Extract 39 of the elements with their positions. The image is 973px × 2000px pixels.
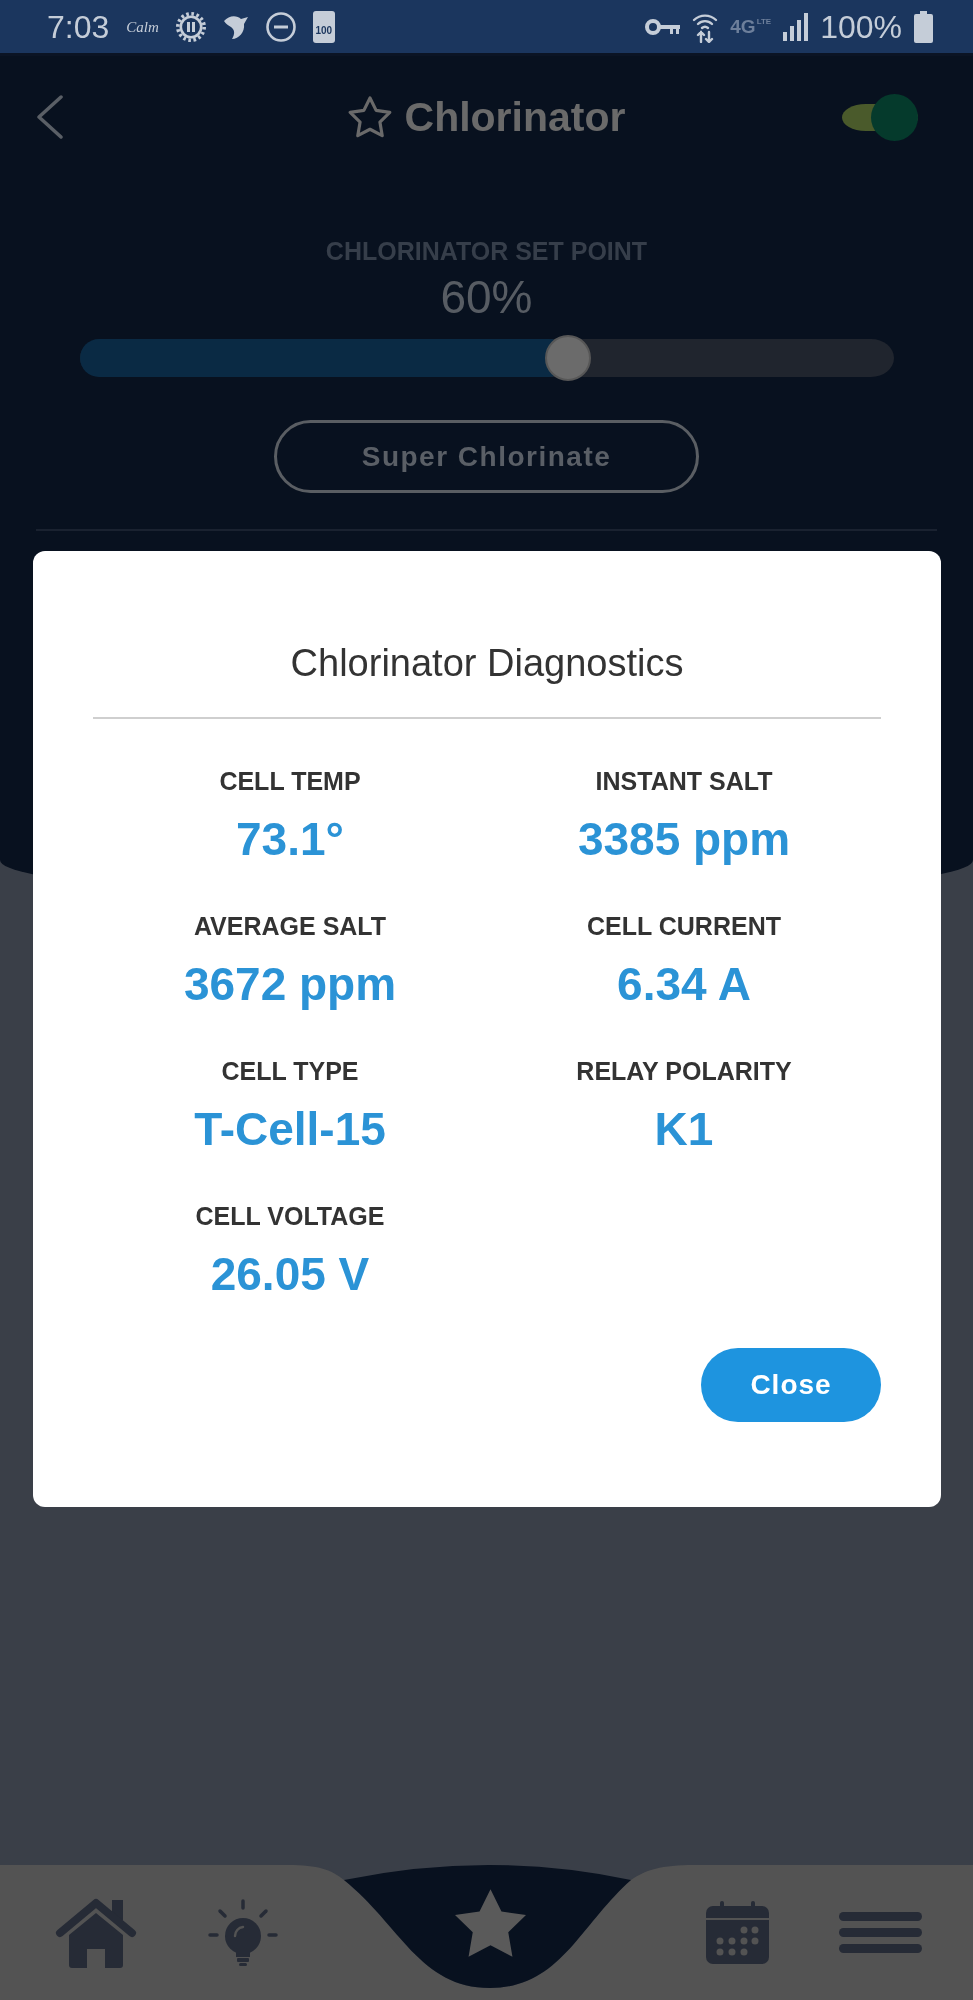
do-not-disturb-icon <box>265 11 296 42</box>
network-type: 4G <box>730 16 756 37</box>
super-chlorinate-button[interactable]: Super Chlorinate <box>274 420 699 493</box>
lightbulb-icon[interactable] <box>208 1898 278 1967</box>
back-icon[interactable] <box>36 95 64 139</box>
reading-value: T-Cell-15 <box>194 1103 386 1155</box>
star-outline-icon[interactable] <box>347 96 392 138</box>
status-time: 7:03 <box>47 8 110 45</box>
calm-logo: Calm <box>126 17 159 36</box>
bird-icon <box>222 13 249 40</box>
reading-label: CELL TEMP <box>219 766 361 797</box>
reading-label: CELL CURRENT <box>587 911 781 942</box>
reading-value: 73.1° <box>236 813 344 865</box>
screen-title: Chlorinator <box>404 93 626 141</box>
signal-icon <box>783 12 809 41</box>
key-icon <box>645 17 681 36</box>
battery-percent: 100% <box>820 8 902 45</box>
setpoint-reading: 60% <box>440 272 533 322</box>
network-subtype: LTE <box>756 16 772 26</box>
menu-icon[interactable] <box>839 1912 922 1953</box>
reading-label: CELL TYPE <box>221 1056 359 1087</box>
reading-label: AVERAGE SALT <box>193 911 387 942</box>
slider-thumb[interactable] <box>544 335 591 381</box>
gear-pause-icon <box>175 11 206 42</box>
dialog-title: Chlorinator Diagnostics <box>289 641 685 686</box>
reading-label: CELL VOLTAGE <box>195 1201 385 1232</box>
battery-badge: 100 <box>312 10 335 43</box>
reading-value: 26.05 V <box>210 1248 370 1300</box>
reading-value: 3385 ppm <box>577 813 791 865</box>
reading-label: INSTANT SALT <box>595 766 773 797</box>
battery-icon <box>914 10 933 43</box>
star-icon[interactable] <box>454 1888 526 1957</box>
reading-label: RELAY POLARITY <box>576 1056 792 1087</box>
home-icon[interactable] <box>55 1897 137 1968</box>
close-button[interactable]: Close <box>701 1348 881 1422</box>
calendar-icon[interactable] <box>705 1901 769 1964</box>
reading-value: 6.34 A <box>617 958 751 1010</box>
reading-value: 3672 ppm <box>183 958 397 1010</box>
reading-value: K1 <box>654 1103 714 1155</box>
